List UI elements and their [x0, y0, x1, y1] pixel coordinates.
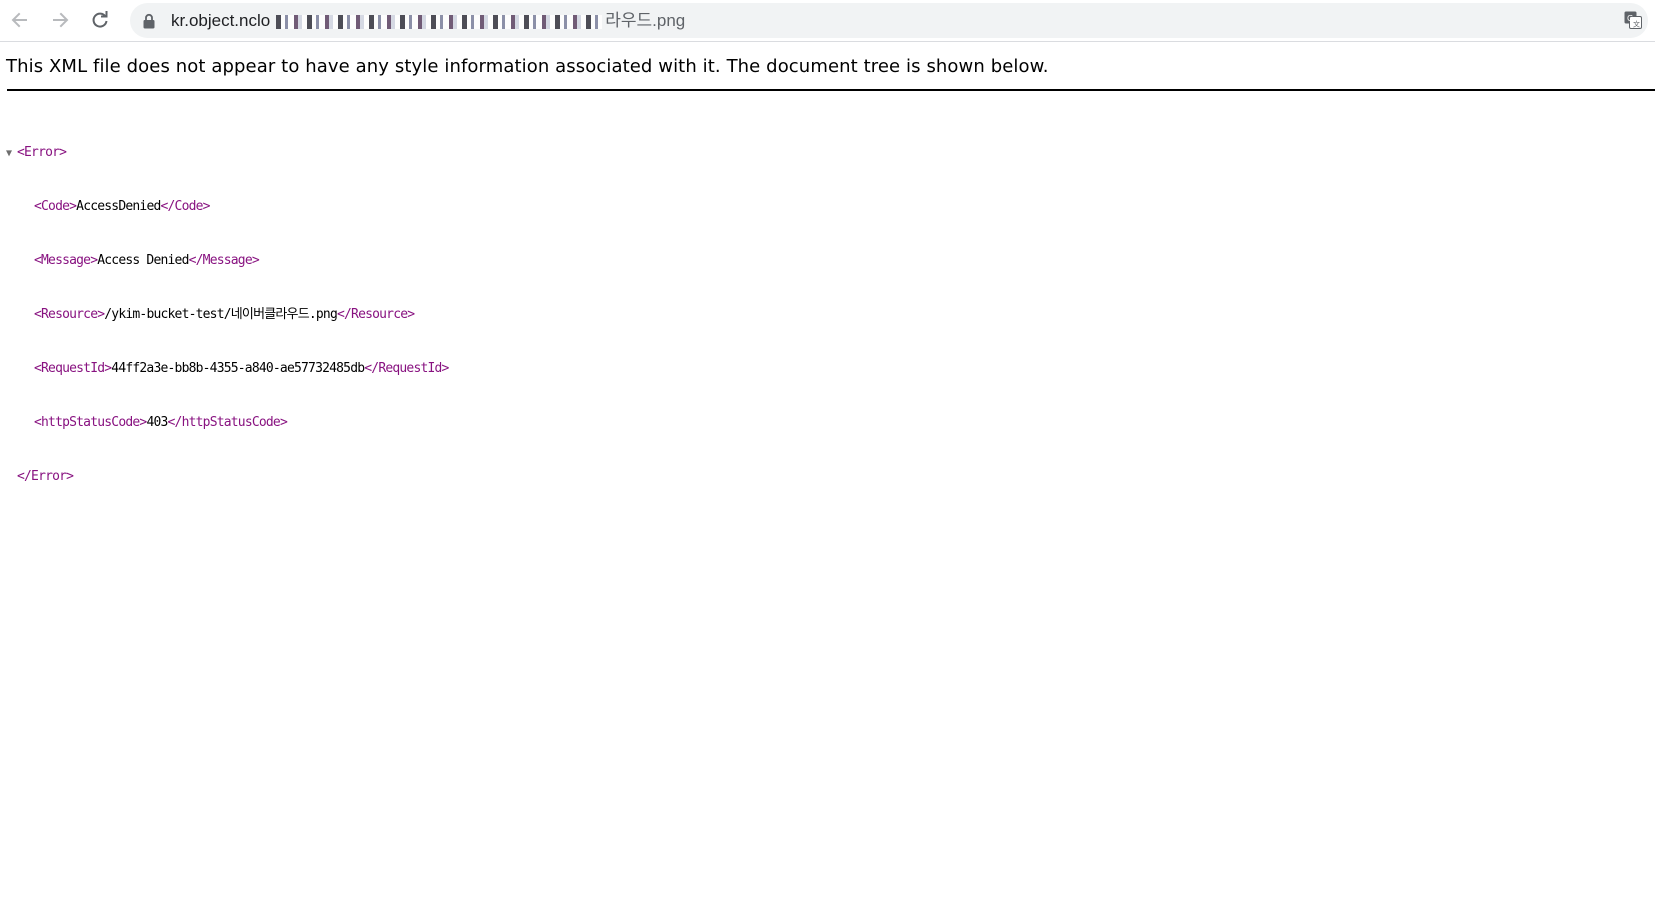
address-bar[interactable]: kr.object.nclo 라우드.png G 文: [130, 3, 1648, 38]
xml-close-tag: </Message>: [188, 253, 260, 268]
arrow-right-icon: [53, 12, 69, 28]
reload-icon: [92, 11, 108, 28]
xml-value: AccessDenied: [76, 199, 161, 214]
translate-icon[interactable]: G 文: [1624, 11, 1642, 29]
xml-element-request-id: <RequestId>44ff2a3e-bb8b-4355-a840-ae577…: [6, 360, 449, 378]
arrow-left-icon: [11, 12, 27, 28]
xml-element-code: <Code>AccessDenied</Code>: [6, 198, 449, 216]
svg-text:文: 文: [1633, 20, 1640, 29]
browser-toolbar: kr.object.nclo 라우드.png G 文: [0, 0, 1655, 42]
xml-value: /ykim-bucket-test/네이버클라우드.png: [104, 307, 338, 322]
url-redacted-segment: [276, 14, 603, 29]
url-prefix: kr.object.nclo: [171, 11, 271, 30]
xml-root-open-tag: <Error>: [17, 145, 67, 160]
xml-close-tag: </RequestId>: [364, 361, 449, 376]
xml-close-tag: </Code>: [160, 199, 211, 214]
xml-element-message: <Message>Access Denied</Message>: [6, 252, 449, 270]
xml-value: 44ff2a3e-bb8b-4355-a840-ae57732485db: [111, 361, 365, 376]
xml-close-tag: </httpStatusCode>: [167, 415, 288, 430]
url-text[interactable]: kr.object.nclo 라우드.png: [171, 3, 685, 38]
collapse-arrow-icon[interactable]: ▼: [6, 145, 17, 163]
xml-open-tag: <httpStatusCode>: [34, 415, 147, 430]
xml-open-tag: <Message>: [34, 253, 98, 268]
xml-style-notice: This XML file does not appear to have an…: [6, 56, 1049, 77]
xml-value: Access Denied: [97, 253, 189, 268]
forward-button[interactable]: [46, 6, 74, 34]
xml-document-tree: ▼ <Error> <Code>AccessDenied</Code> <Mess…: [6, 108, 449, 504]
xml-root-open-line: ▼ <Error>: [6, 144, 449, 162]
reload-button[interactable]: [86, 6, 114, 34]
xml-value: 403: [146, 415, 168, 430]
xml-close-tag: </Resource>: [337, 307, 415, 322]
url-suffix: 라우드.png: [605, 11, 686, 30]
xml-open-tag: <RequestId>: [34, 361, 112, 376]
xml-root-close-tag: </Error>: [17, 469, 74, 484]
xml-root-close-line: </Error>: [6, 468, 449, 486]
xml-element-resource: <Resource>/ykim-bucket-test/네이버클라우드.png<…: [6, 306, 449, 324]
back-button[interactable]: [6, 6, 34, 34]
xml-element-http-status-code: <httpStatusCode>403</httpStatusCode>: [6, 414, 449, 432]
xml-open-tag: <Resource>: [34, 307, 105, 322]
notice-divider: [7, 89, 1655, 91]
xml-open-tag: <Code>: [34, 199, 77, 214]
lock-icon: [143, 13, 155, 29]
